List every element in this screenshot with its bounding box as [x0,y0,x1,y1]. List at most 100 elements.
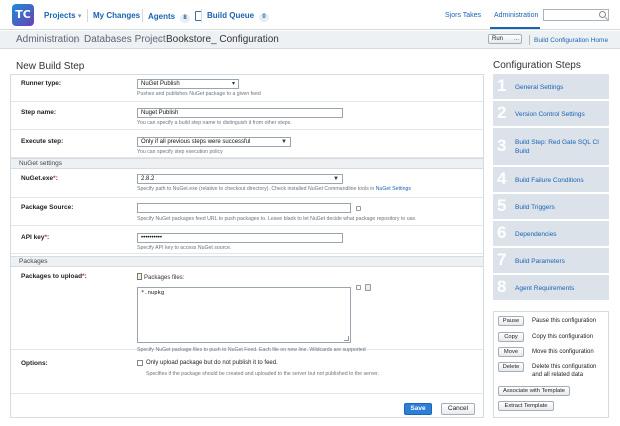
chevron-right-icon: ▷ [156,35,163,44]
run-button-label: Run [492,36,504,42]
chevron-down-icon[interactable]: ▿ [266,35,270,44]
nav-projects-label: Projects [44,11,76,20]
config-step-parameters[interactable]: 7 Build Parameters [493,248,609,274]
delete-description: Delete this configuration and all relate… [532,364,597,378]
divider [11,393,483,394]
run-options-button[interactable]: ... [514,35,519,43]
configuration-steps-title: Configuration Steps [493,60,581,71]
delete-button[interactable]: Delete [498,362,524,372]
config-step-agent-requirements[interactable]: 8 Agent Requirements [493,275,609,301]
move-button[interactable]: Move [498,347,524,357]
package-source-label: Package Source: [21,204,74,211]
pause-button[interactable]: Pause [498,316,524,326]
api-key-hint: Specify API key to access NuGet source. [137,245,232,251]
nuget-settings-link[interactable]: NuGet Settings [376,186,411,192]
package-source-input[interactable] [137,203,351,213]
nav-divider [87,9,88,22]
config-step-build-step[interactable]: 3 Build Step: Red Gate SQL CI Build [493,128,609,166]
upload-only-checkbox-label[interactable]: Only upload package but do not publish i… [146,360,278,366]
nuget-exe-row: NuGet.exe*: 2.8.2 ▼ Specify path to NuGe… [11,170,483,198]
divider [529,35,530,45]
teamcity-logo[interactable]: TC [12,4,34,26]
breadcrumb-project[interactable]: Databases Project [84,34,166,45]
execute-step-label: Execute step: [21,138,64,145]
breadcrumb-current-config: Bookstore_ Configuration [166,34,279,45]
runner-type-hint: Pushes and publishes NuGet package to a … [137,91,261,97]
nuget-exe-hint: Specify path to NuGet.exe (relative to c… [137,186,411,192]
packages-textarea[interactable]: *.nupkg [137,287,351,343]
execute-step-row: Execute step: Only if all previous steps… [11,130,483,158]
execute-step-hint: You can specify step execution policy [137,149,223,155]
config-step-failure-conditions[interactable]: 4 Build Failure Conditions [493,167,609,193]
packages-section-header: Packages [11,256,483,267]
agents-count-badge: 8 [180,14,190,23]
execute-step-select[interactable]: Only if all previous steps were successf… [137,137,291,147]
administration-link[interactable]: Administration [494,12,538,19]
step-name-input[interactable]: Nuget Publish [137,108,343,118]
move-description: Move this configuration [532,349,594,355]
nuget-exe-select[interactable]: 2.8.2 ▼ [137,174,343,184]
nav-divider [201,9,202,22]
chevron-down-icon: ▾ [77,13,82,20]
packages-value: *.nupkg [141,290,165,296]
breadcrumb: Administration ▷ Databases Project ▷ Boo… [0,31,620,49]
nav-my-changes[interactable]: My Changes [93,11,140,20]
page-title: New Build Step [16,61,85,72]
build-configuration-home-link[interactable]: Build Configuration Home [534,37,608,44]
options-row: Options: [11,353,483,383]
chevron-down-icon: ▼ [333,176,339,182]
active-tab-indicator [490,27,540,29]
nav-build-queue-label: Build Queue [207,11,255,20]
nav-projects[interactable]: Projects ▾ [44,11,81,20]
runner-type-label: Runner type: [21,80,62,87]
options-label: Options: [21,360,48,367]
configuration-actions-panel: Pause Pause this configuration Copy Copy… [493,311,609,418]
search-input[interactable] [543,9,609,21]
extract-template-button[interactable]: Extract Template [498,401,554,411]
user-menu-link[interactable]: Sjors Takes [445,12,481,19]
options-hint: Specifies if the package should be creat… [146,371,380,377]
upload-only-checkbox[interactable] [137,360,143,366]
config-step-triggers[interactable]: 5 Build Triggers [493,194,609,220]
nuget-exe-label: NuGet.exe*: [21,175,58,182]
resize-handle-icon[interactable] [344,336,349,341]
execute-step-value: Only if all previous steps were successf… [141,139,251,145]
step-name-label: Step name: [21,109,57,116]
parameter-picker-icon[interactable] [356,206,361,211]
chevron-right-icon: ▷ [74,35,81,44]
packages-label: Packages to upload*: [21,273,87,280]
associate-with-template-button[interactable]: Associate with Template [498,386,570,396]
copy-description: Copy this configuration [532,334,594,340]
packages-files-label: Packages files: [137,273,184,281]
breadcrumb-administration[interactable]: Administration [16,34,79,45]
pause-description: Pause this configuration [532,318,597,324]
save-button[interactable]: Save [404,403,432,415]
file-icon [137,273,142,280]
chevron-down-icon: ▾ [231,81,235,87]
run-button[interactable]: Run ... [488,34,522,44]
search-icon[interactable] [599,11,606,18]
nav-agents-label: Agents [148,12,176,21]
step-name-row: Step name: Nuget Publish You can specify… [11,102,483,130]
runner-type-row: Runner type: NuGet Publish ▾ Pushes and … [11,75,483,102]
cancel-button[interactable]: Cancel [441,403,475,415]
api-key-input[interactable]: •••••••••• [137,233,343,243]
nav-agents[interactable]: Agents 8 [148,11,202,23]
config-step-general[interactable]: 1 General Settings [493,74,609,100]
config-step-vcs[interactable]: 2 Version Control Settings [493,101,609,127]
package-source-hint: Specify NuGet packages feed URL to push … [137,216,417,222]
package-source-row: Package Source: Specify NuGet packages f… [11,198,483,226]
nav-build-queue[interactable]: Build Queue 0 [207,11,269,22]
api-key-row: API key*: •••••••••• Specify API key to … [11,226,483,254]
config-step-dependencies[interactable]: 6 Dependencies [493,221,609,247]
nuget-settings-section-header: NuGet settings [11,158,483,169]
nav-divider [142,9,143,22]
build-step-form: Runner type: NuGet Publish ▾ Pushes and … [10,74,484,418]
copy-button[interactable]: Copy [498,332,524,342]
chevron-down-icon: ▼ [281,139,287,145]
file-tree-icon[interactable] [365,284,371,291]
runner-type-select[interactable]: NuGet Publish ▾ [137,79,239,89]
build-queue-count-badge: 0 [259,13,269,22]
parameter-picker-icon[interactable] [356,285,361,290]
top-navigation-bar: TC Projects ▾ My Changes Agents 8 Build … [0,0,620,30]
